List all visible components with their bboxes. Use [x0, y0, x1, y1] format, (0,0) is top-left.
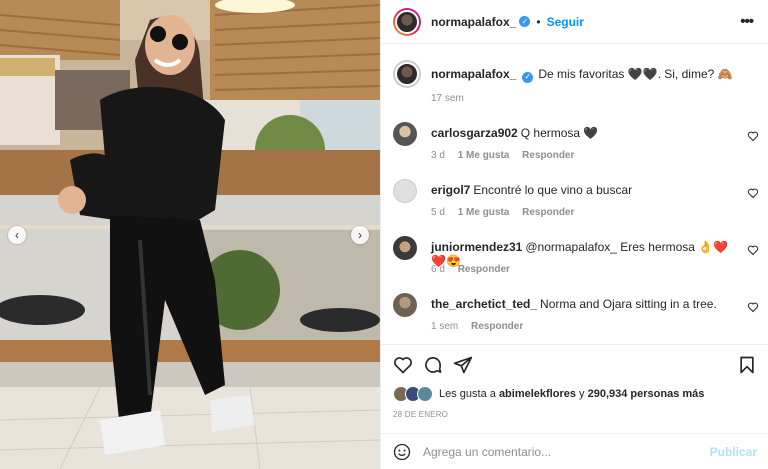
comment-likes[interactable]: 1 Me gusta	[458, 207, 510, 218]
separator: •	[536, 14, 541, 29]
likes-summary: Les gusta a abimelekflores y 290,934 per…	[393, 386, 704, 402]
commenter-avatar[interactable]	[393, 179, 417, 203]
chevron-left-icon: ‹	[15, 228, 19, 242]
heart-icon[interactable]	[393, 355, 413, 375]
liker-username[interactable]: abimelekflores	[499, 388, 576, 400]
reply-button[interactable]: Responder	[471, 321, 523, 332]
comment-item: the_archetict_ted_ Norma and Ojara sittin…	[393, 293, 763, 337]
share-icon[interactable]	[453, 355, 473, 375]
chevron-right-icon: ›	[358, 228, 362, 242]
likes-connector: y	[579, 388, 585, 400]
comment-input[interactable]	[423, 443, 703, 461]
carousel-prev-button[interactable]: ‹	[8, 226, 26, 244]
comment-time: 5 d	[431, 207, 445, 218]
comment-item: erigol7 Encontré lo que vino a buscar 5 d…	[393, 179, 763, 223]
heart-icon[interactable]	[747, 130, 759, 142]
commenter-avatar[interactable]	[393, 122, 417, 146]
comments-section: normapalafox_ ✓ De mis favoritas 🖤🖤. Si, d…	[381, 44, 768, 344]
comment-username[interactable]: carlosgarza902	[431, 126, 518, 140]
verified-icon: ✓	[519, 16, 531, 27]
comment-text: Encontré lo que vino a buscar	[473, 183, 633, 197]
post-header: normapalafox_ ✓ • Seguir •••	[381, 0, 768, 44]
author-avatar[interactable]	[393, 7, 421, 36]
comment-likes[interactable]: 1 Me gusta	[458, 150, 510, 161]
add-comment-bar: Publicar	[381, 433, 768, 469]
comment-item: juniormendez31 @normapalafox_ Eres hermos…	[393, 236, 763, 280]
post-photo[interactable]: ‹ ›	[0, 0, 380, 469]
caption: normapalafox_ ✓ De mis favoritas 🖤🖤. Si, d…	[393, 60, 763, 104]
comment-username[interactable]: the_archetict_ted_	[431, 297, 537, 311]
post-actions	[381, 344, 768, 384]
reply-button[interactable]: Responder	[522, 207, 574, 218]
comment-time: 1 sem	[431, 321, 459, 332]
heart-icon[interactable]	[747, 187, 759, 199]
heart-icon[interactable]	[747, 244, 759, 256]
carousel-next-button[interactable]: ›	[351, 226, 369, 244]
comment-text: Norma and Ojara sitting in a tree.	[540, 297, 717, 311]
reply-button[interactable]: Responder	[522, 150, 574, 161]
comment-text: Q hermosa 🖤	[520, 126, 599, 140]
comment-icon[interactable]	[423, 355, 443, 375]
liker-avatars[interactable]	[393, 386, 433, 402]
more-icon[interactable]: •••	[740, 13, 754, 30]
comment-time: 6 d	[431, 264, 445, 275]
likes-prefix: Les gusta a	[439, 388, 496, 400]
verified-icon: ✓	[522, 71, 534, 83]
comment-item: carlosgarza902 Q hermosa 🖤 3 d 1 Me gusta…	[393, 122, 763, 166]
photo-image	[0, 0, 380, 469]
caption-text: De mis favoritas 🖤🖤. Si, dime? 🙈	[538, 67, 733, 81]
post-date[interactable]: 28 DE ENERO	[393, 410, 448, 419]
caption-avatar[interactable]	[393, 60, 421, 88]
comment-username[interactable]: erigol7	[431, 183, 470, 197]
reply-button[interactable]: Responder	[458, 264, 510, 275]
commenter-avatar[interactable]	[393, 293, 417, 317]
comment-username[interactable]: juniormendez31	[431, 240, 522, 254]
publish-button[interactable]: Publicar	[710, 445, 757, 459]
comment-time: 3 d	[431, 150, 445, 161]
author-username[interactable]: normapalafox_	[431, 15, 516, 29]
heart-icon[interactable]	[747, 301, 759, 313]
caption-time: 17 sem	[431, 93, 464, 104]
post-panel: normapalafox_ ✓ • Seguir ••• normapalafo…	[380, 0, 768, 469]
emoji-icon[interactable]	[393, 443, 411, 461]
commenter-avatar[interactable]	[393, 236, 417, 260]
likes-count[interactable]: 290,934 personas más	[588, 388, 705, 400]
caption-username[interactable]: normapalafox_	[431, 67, 516, 81]
bookmark-icon[interactable]	[737, 355, 757, 375]
follow-button[interactable]: Seguir	[547, 15, 584, 29]
